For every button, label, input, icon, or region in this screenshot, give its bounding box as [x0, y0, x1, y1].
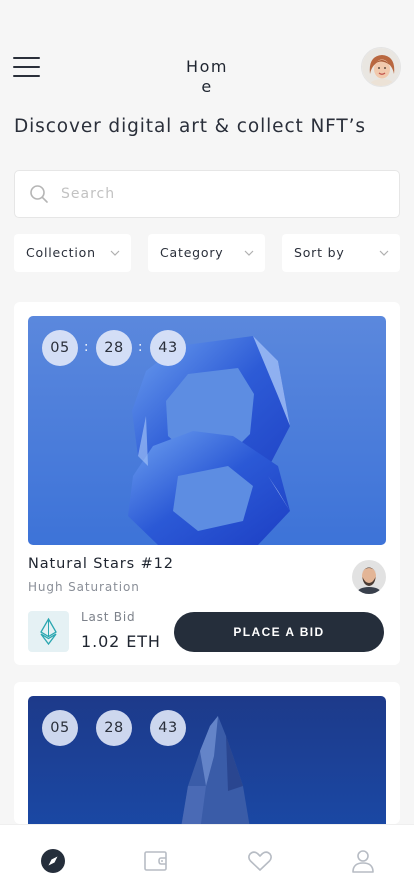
compass-icon[interactable] — [39, 847, 67, 875]
timer-separator: : — [138, 340, 143, 355]
timer-separator: : — [84, 340, 89, 355]
creator-name[interactable]: Hugh Saturation — [28, 580, 140, 594]
heart-icon[interactable] — [246, 847, 274, 875]
timer-hours: 05 — [42, 710, 78, 746]
timer-seconds: 43 — [150, 710, 186, 746]
filter-sort-by[interactable]: Sort by — [282, 234, 400, 272]
chevron-down-icon — [110, 250, 120, 256]
filter-label: Sort by — [294, 245, 345, 260]
nft-card[interactable]: 05 28 43 — [14, 682, 400, 824]
page-title: Home — [186, 57, 228, 96]
filter-collection[interactable]: Collection — [14, 234, 131, 272]
filter-label: Category — [160, 245, 224, 260]
last-bid-label: Last Bid — [81, 610, 136, 624]
timer-seconds: 43 — [150, 330, 186, 366]
bottom-tab-bar — [0, 824, 414, 896]
nft-card[interactable]: 05 : 28 : 43 Natural Stars #12 Hugh Satu… — [14, 302, 400, 665]
hamburger-menu-icon[interactable] — [13, 57, 40, 77]
wallet-icon[interactable] — [142, 847, 170, 875]
timer-minutes: 28 — [96, 330, 132, 366]
timer-hours: 05 — [42, 330, 78, 366]
nft-title[interactable]: Natural Stars #12 — [28, 556, 174, 572]
last-bid-value: 1.02 ETH — [81, 632, 161, 651]
ethereum-icon — [28, 611, 69, 652]
creator-avatar[interactable] — [352, 560, 386, 594]
nft-artwork[interactable]: 05 28 43 — [28, 696, 386, 824]
place-bid-button[interactable]: PLACE A BID — [174, 612, 384, 652]
app-header: Home — [0, 0, 414, 110]
search-bar — [14, 170, 400, 218]
chevron-down-icon — [244, 250, 254, 256]
nft-artwork[interactable]: 05 : 28 : 43 — [28, 316, 386, 545]
headline: Discover digital art & collect NFT’s — [14, 116, 366, 137]
chevron-down-icon — [379, 250, 389, 256]
search-icon — [30, 185, 48, 203]
filter-category[interactable]: Category — [148, 234, 265, 272]
search-input[interactable] — [61, 171, 381, 217]
profile-icon[interactable] — [349, 847, 377, 875]
filter-label: Collection — [26, 245, 96, 260]
user-avatar[interactable] — [361, 47, 401, 87]
timer-minutes: 28 — [96, 710, 132, 746]
